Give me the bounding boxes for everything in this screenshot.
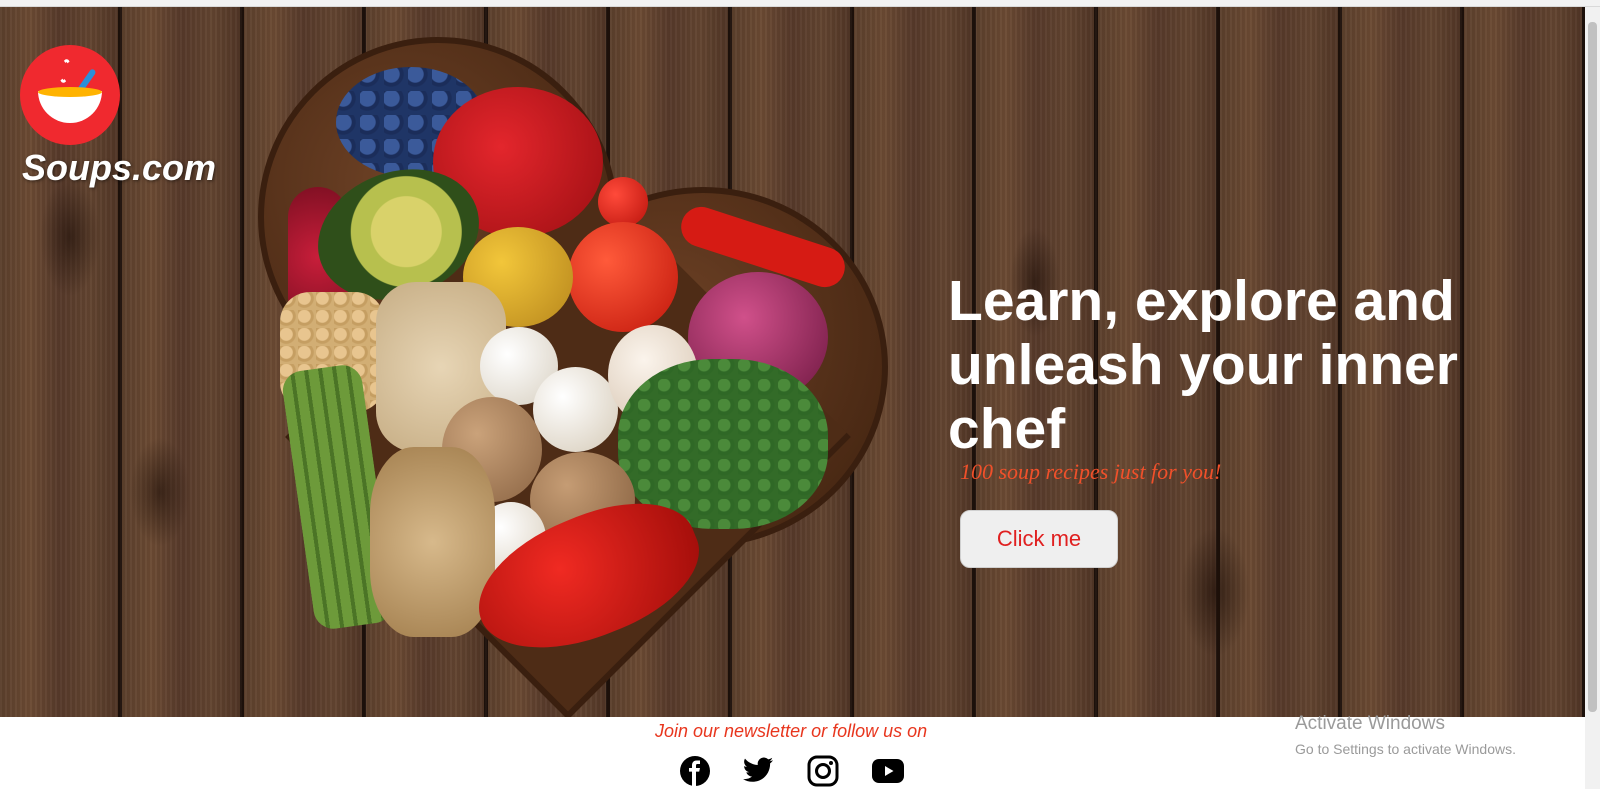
browser-top-edge bbox=[0, 0, 1600, 7]
youtube-icon[interactable] bbox=[871, 754, 905, 788]
ginger bbox=[370, 447, 495, 637]
windows-activation-watermark: Activate Windows Go to Settings to activ… bbox=[1295, 713, 1516, 757]
scrollbar-thumb[interactable] bbox=[1588, 22, 1597, 712]
site-name[interactable]: Soups.com bbox=[22, 147, 216, 189]
activate-title: Activate Windows bbox=[1295, 713, 1445, 734]
wood-knot bbox=[1180, 527, 1250, 657]
heart-board-image bbox=[258, 37, 898, 717]
soup-icon bbox=[38, 87, 102, 97]
tomato bbox=[568, 222, 678, 332]
hero-subline: 100 soup recipes just for you! bbox=[960, 459, 1222, 484]
wood-knot bbox=[130, 437, 190, 547]
steam-icon bbox=[57, 58, 73, 84]
mushroom-white bbox=[533, 367, 618, 452]
click-me-button[interactable]: Click me bbox=[960, 510, 1118, 568]
wood-knot bbox=[40, 177, 100, 297]
cherry-tomato bbox=[598, 177, 648, 227]
hero-headline: Learn, explore and unleash your inner ch… bbox=[948, 269, 1458, 461]
site-logo[interactable] bbox=[20, 45, 120, 145]
hero-banner: Soups.com Learn, explore and unleash you… bbox=[0, 7, 1585, 717]
facebook-icon[interactable] bbox=[678, 754, 712, 788]
instagram-icon[interactable] bbox=[806, 754, 840, 788]
newsletter-text: Join our newsletter or follow us on bbox=[655, 721, 928, 741]
activate-subtitle: Go to Settings to activate Windows. bbox=[1295, 741, 1516, 757]
twitter-icon[interactable] bbox=[741, 754, 775, 788]
